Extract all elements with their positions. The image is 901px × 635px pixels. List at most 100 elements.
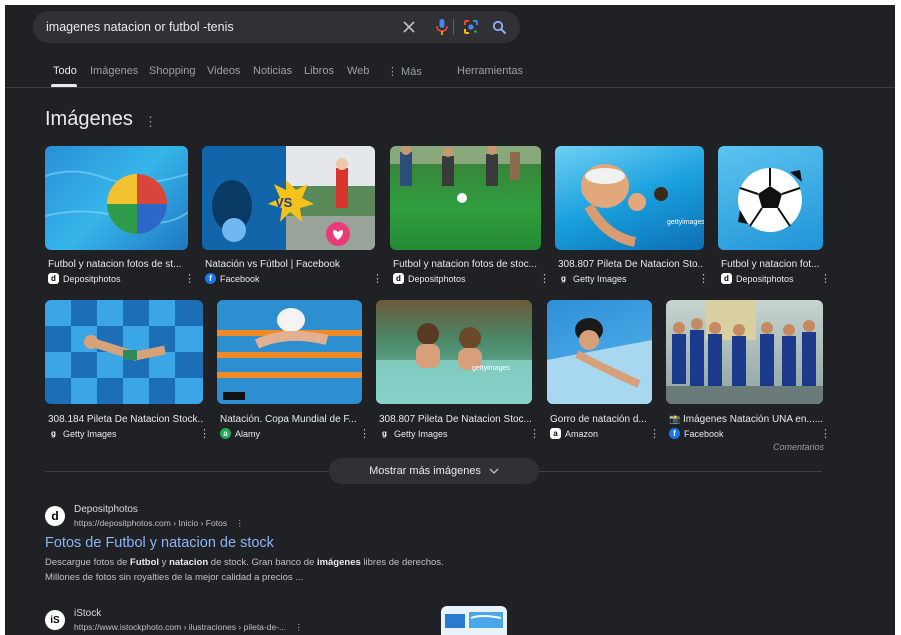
svg-text:gettyimages: gettyimages	[472, 365, 510, 372]
more-options-icon[interactable]: ⋮	[539, 272, 550, 285]
image-card[interactable]: 📸 Imágenes Natación UNA en...... f Faceb…	[666, 300, 831, 446]
tab-videos[interactable]: Videos	[207, 65, 240, 77]
tab-mas[interactable]: ⋮ Más	[387, 65, 422, 78]
amazon-logo-icon: a	[550, 428, 561, 439]
image-thumbnail[interactable]	[666, 300, 823, 404]
search-icon[interactable]	[490, 18, 508, 36]
more-options-icon[interactable]: ⋮	[184, 272, 195, 285]
image-card[interactable]: Futbol y natacion fot... d Depositphotos…	[718, 146, 831, 292]
image-caption[interactable]: 308.807 Pileta De Natacion Sto...	[558, 259, 703, 270]
snippet-text: libres de derechos.	[360, 557, 444, 568]
getty-images-logo-icon: g	[48, 428, 59, 439]
image-source: f Facebook	[205, 273, 260, 284]
tabs-divider	[5, 87, 895, 88]
more-options-icon[interactable]: ⋮	[649, 427, 660, 440]
tab-herramientas[interactable]: Herramientas	[457, 65, 523, 77]
more-options-icon[interactable]: ⋮	[372, 272, 383, 285]
image-card[interactable]: Futbol y natacion fotos de st... d Depos…	[45, 146, 195, 292]
tab-web[interactable]: Web	[347, 65, 369, 77]
image-caption[interactable]: Futbol y natacion fotos de stoc...	[393, 259, 541, 270]
svg-text:VS: VS	[275, 195, 293, 210]
image-thumbnail[interactable]: gettyimages	[555, 146, 704, 250]
image-source-label: Depositphotos	[736, 273, 794, 284]
more-options-icon[interactable]: ⋮	[199, 427, 210, 440]
chevron-down-icon	[489, 468, 499, 474]
istock-favicon-icon: iS	[45, 610, 65, 630]
result-snippet: Descargue fotos de Futbol y natacion de …	[45, 555, 485, 585]
svg-text:gettyimages: gettyimages	[667, 219, 704, 226]
tab-noticias[interactable]: Noticias	[253, 65, 292, 77]
result-url[interactable]: https://www.istockphoto.com › ilustracio…	[74, 622, 303, 633]
image-caption[interactable]: 308.807 Pileta De Natacion Stoc...	[379, 414, 531, 425]
show-more-label: Mostrar más imágenes	[369, 465, 481, 477]
microphone-icon[interactable]	[433, 18, 451, 36]
tab-libros[interactable]: Libros	[304, 65, 334, 77]
image-thumbnail[interactable]	[390, 146, 541, 250]
search-bar[interactable]: imagenes natacion or futbol -tenis	[33, 11, 520, 43]
snippet-text: y	[159, 557, 170, 568]
result-site-name[interactable]: iStock	[74, 608, 101, 619]
depositphotos-favicon-icon: d	[45, 506, 65, 526]
image-card[interactable]: gettyimages 308.807 Pileta De Natacion S…	[376, 300, 540, 446]
image-caption[interactable]: Futbol y natacion fot...	[721, 259, 823, 270]
image-thumbnail[interactable]	[45, 146, 188, 250]
tab-imagenes[interactable]: Imágenes	[90, 65, 138, 77]
image-card[interactable]: Futbol y natacion fotos de stoc... d Dep…	[390, 146, 550, 292]
snippet-highlight: Futbol	[130, 557, 160, 568]
image-thumbnail[interactable]: gettyimages	[376, 300, 532, 404]
images-section-menu[interactable]: ⋮	[144, 114, 157, 130]
image-source-label: Amazon	[565, 428, 599, 439]
result-url-text[interactable]: https://www.istockphoto.com › ilustracio…	[74, 622, 286, 632]
image-caption[interactable]: 308.184 Pileta De Natacion Stock...	[48, 414, 203, 425]
image-caption[interactable]: Natación. Copa Mundial de F...	[220, 414, 362, 425]
image-thumbnail[interactable]	[718, 146, 823, 250]
more-options-icon[interactable]: ⋮	[820, 427, 831, 440]
more-options-icon[interactable]: ⋮	[359, 427, 370, 440]
image-caption[interactable]: Gorro de natación d...	[550, 414, 652, 425]
tab-todo[interactable]: Todo	[53, 65, 77, 77]
close-icon[interactable]	[400, 18, 418, 36]
image-caption[interactable]: Natación vs Fútbol | Facebook	[205, 259, 380, 270]
show-more-images-button[interactable]: Mostrar más imágenes	[329, 458, 539, 484]
facebook-logo-icon: f	[669, 428, 680, 439]
image-thumbnail[interactable]	[217, 300, 362, 404]
result-url[interactable]: https://depositphotos.com › Inicio › Fot…	[74, 518, 244, 529]
image-caption[interactable]: 📸 Imágenes Natación UNA en......	[669, 414, 823, 425]
result-site-name[interactable]: Depositphotos	[74, 504, 138, 515]
results-page: imagenes natacion or futbol -tenis Todo …	[5, 5, 895, 635]
image-caption[interactable]: Futbol y natacion fotos de st...	[48, 259, 186, 270]
image-thumbnail[interactable]	[547, 300, 652, 404]
more-options-icon[interactable]: ⋮	[529, 427, 540, 440]
getty-images-logo-icon: g	[379, 428, 390, 439]
result-title-link[interactable]: Fotos de Futbol y natacion de stock	[45, 535, 274, 551]
image-source-label: Alamy	[235, 428, 261, 439]
image-caption-icon: 📸	[669, 414, 681, 424]
more-options-icon[interactable]: ⋮	[698, 272, 709, 285]
image-card[interactable]: Natación. Copa Mundial de F... a Alamy ⋮	[217, 300, 370, 446]
image-source: d Depositphotos	[48, 273, 121, 284]
result-thumbnail[interactable]	[441, 606, 507, 635]
feedback-link[interactable]: Comentarios	[773, 442, 824, 452]
image-card[interactable]: Gorro de natación d... a Amazon ⋮	[547, 300, 660, 446]
image-caption-text[interactable]: Imágenes Natación UNA en......	[683, 414, 823, 425]
more-options-icon[interactable]: ⋮	[295, 622, 304, 632]
image-thumbnail[interactable]	[45, 300, 203, 404]
images-section-title: Imágenes	[45, 108, 133, 130]
image-source-label: Getty Images	[394, 428, 448, 439]
getty-images-logo-icon: g	[558, 273, 569, 284]
tab-shopping[interactable]: Shopping	[149, 65, 196, 77]
depositphotos-logo-icon: d	[721, 273, 732, 284]
lens-icon[interactable]	[462, 18, 480, 36]
image-card[interactable]: gettyimages 308.807 Pileta De Natacion S…	[555, 146, 710, 292]
more-options-icon[interactable]: ⋮	[820, 272, 831, 285]
image-card[interactable]: 308.184 Pileta De Natacion Stock... g Ge…	[45, 300, 210, 446]
image-thumbnail[interactable]: VS	[202, 146, 375, 250]
image-source: d Depositphotos	[721, 273, 794, 284]
image-source-label: Depositphotos	[63, 273, 121, 284]
result-url-text[interactable]: https://depositphotos.com › Inicio › Fot…	[74, 518, 227, 528]
image-card[interactable]: VS Natación vs Fútbol | Facebook f Faceb…	[202, 146, 383, 292]
image-source-label: Facebook	[684, 428, 724, 439]
more-options-icon[interactable]: ⋮	[235, 518, 244, 528]
image-source: g Getty Images	[379, 428, 448, 439]
search-input[interactable]: imagenes natacion or futbol -tenis	[46, 20, 234, 34]
